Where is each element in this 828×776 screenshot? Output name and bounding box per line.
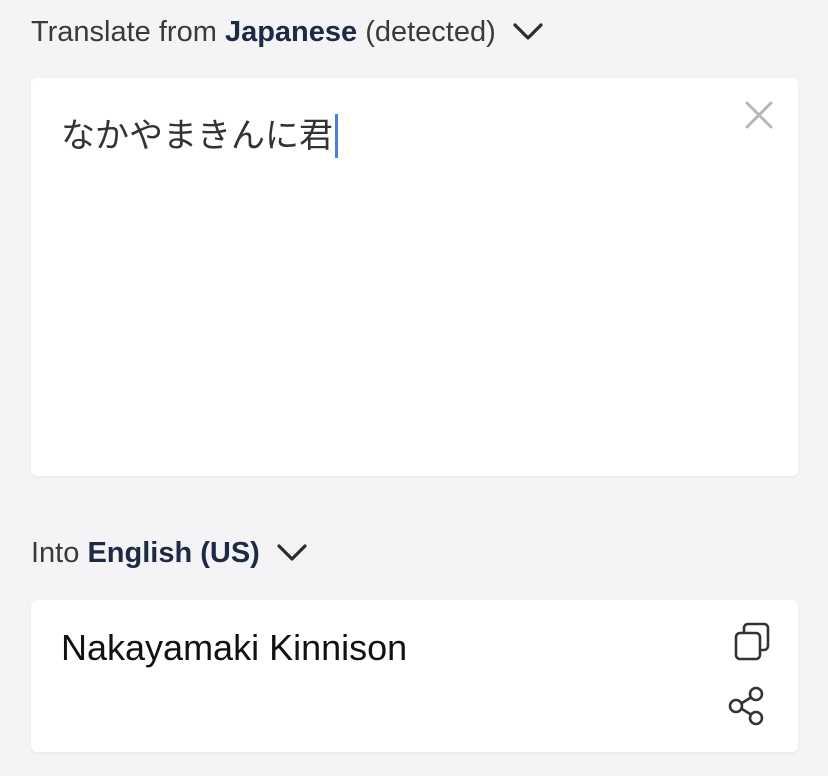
source-language-suffix: (detected) <box>365 15 496 48</box>
translation-card: Nakayamaki Kinnison <box>31 600 798 752</box>
source-language-name: Japanese <box>224 15 358 48</box>
source-text-card[interactable]: なかやまきんに君 <box>31 78 798 476</box>
share-icon <box>727 686 765 731</box>
clear-button[interactable] <box>742 100 776 134</box>
copy-icon <box>733 622 771 667</box>
target-language-selector[interactable]: Into English (US) <box>31 531 308 575</box>
share-button[interactable] <box>724 686 768 730</box>
text-caret <box>335 114 338 158</box>
translator-screen: Translate from Japanese (detected) なかやまき… <box>0 0 828 776</box>
target-language-prefix: Into <box>31 536 80 569</box>
source-text-value: なかやまきんに君 <box>61 116 333 156</box>
chevron-down-icon[interactable] <box>512 22 544 42</box>
copy-button[interactable] <box>730 622 774 666</box>
chevron-down-icon[interactable] <box>276 543 308 563</box>
close-icon <box>744 100 774 135</box>
translation-text: Nakayamaki Kinnison <box>61 627 408 668</box>
source-text-input[interactable]: なかやまきんに君 <box>61 114 338 158</box>
source-language-selector[interactable]: Translate from Japanese (detected) <box>31 10 544 54</box>
target-language-name: English (US) <box>87 536 260 569</box>
source-language-prefix: Translate from <box>31 15 217 48</box>
